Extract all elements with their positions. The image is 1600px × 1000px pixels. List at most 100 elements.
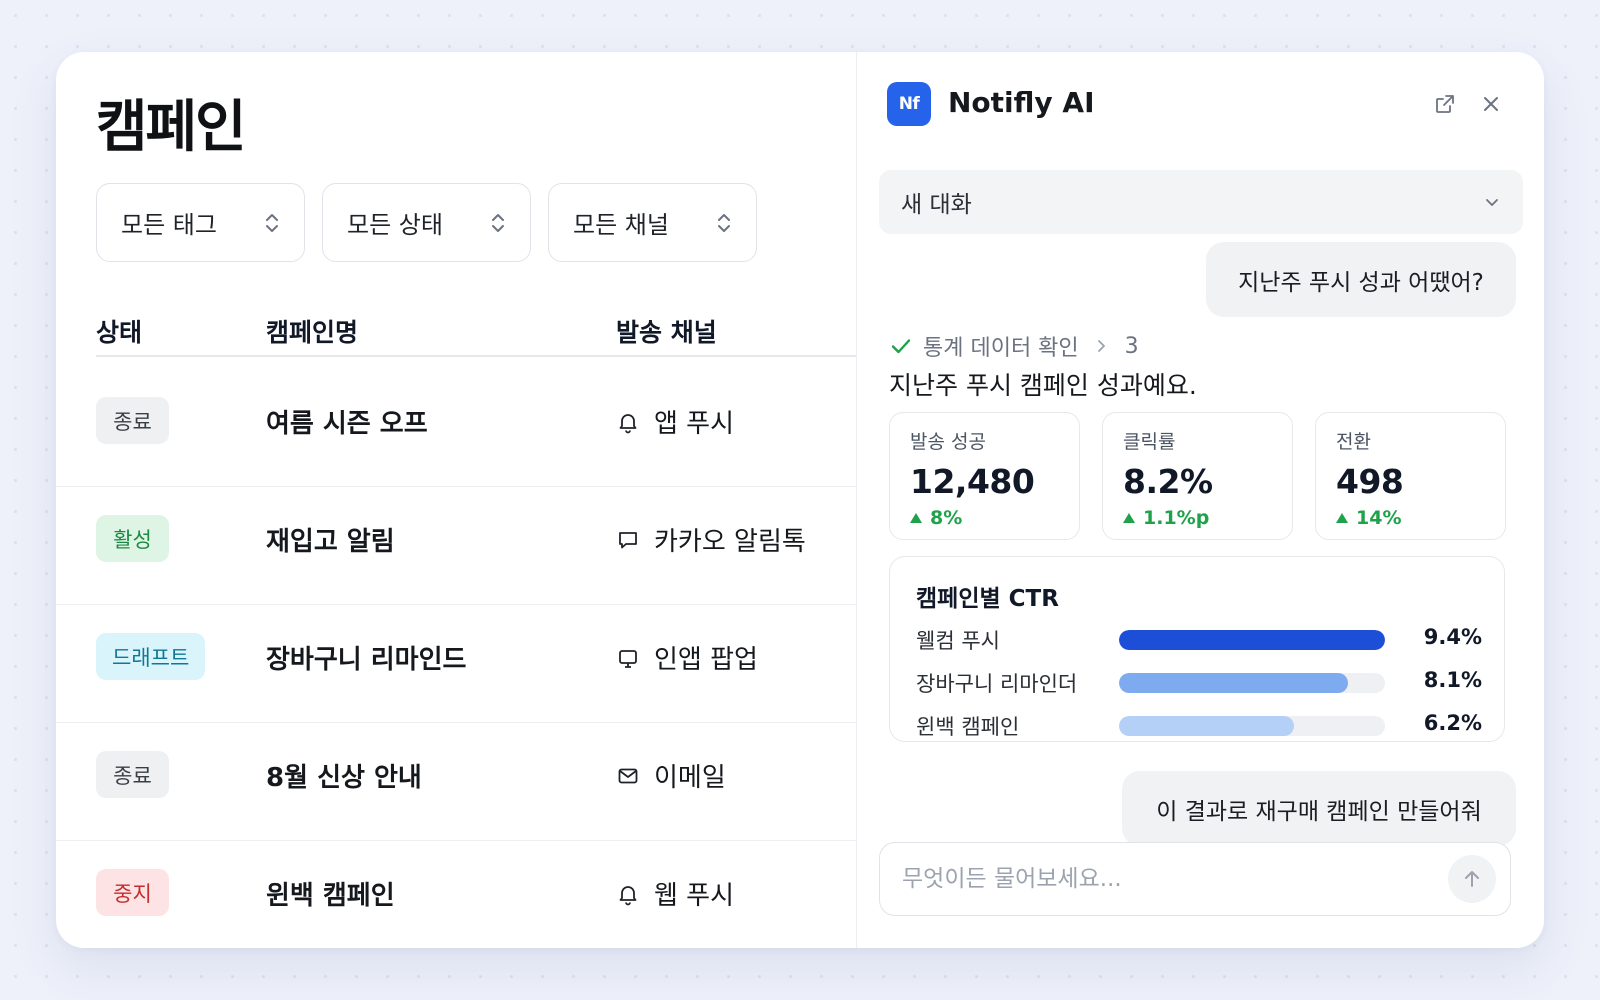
stat-label: 발송 성공 (910, 431, 986, 453)
campaign-table-body: 종료 여름 시즌 오프 앱 푸시 활성 재입고 알림 카카오 알림톡 드래프트 … (56, 369, 856, 948)
column-header-status[interactable]: 상태 (96, 313, 142, 349)
tag-filter-select[interactable]: 모든 태그 (96, 183, 305, 262)
app-logo: Nf (887, 82, 931, 126)
tool-step-count: 3 (1124, 333, 1139, 359)
column-header-channel[interactable]: 발송 채널 (616, 313, 717, 349)
ctr-bar (1119, 630, 1385, 650)
user-message: 지난주 푸시 성과 어땠어? (1206, 242, 1516, 317)
stat-value: 498 (1336, 462, 1404, 501)
ctr-row-value: 9.4% (1423, 625, 1482, 649)
channel-filter-select[interactable]: 모든 채널 (548, 183, 757, 262)
app-window: 캠페인 모든 태그 모든 상태 모든 채널 상태 캠페인명 발송 채널 종료 여… (56, 52, 1544, 948)
ctr-bar (1119, 716, 1295, 736)
status-badge: 종료 (96, 751, 169, 798)
chat-input-box (879, 842, 1511, 916)
stat-card-sent: 발송 성공 12,480 8% (889, 412, 1080, 540)
stat-delta-value: 1.1%p (1143, 507, 1210, 529)
table-row[interactable]: 종료 8월 신상 안내 이메일 (56, 723, 856, 841)
status-badge: 종료 (96, 397, 169, 444)
sort-caret-icon (492, 213, 504, 232)
status-filter-select[interactable]: 모든 상태 (322, 183, 531, 262)
table-header: 상태 캠페인명 발송 채널 (96, 297, 856, 357)
table-row[interactable]: 드래프트 장바구니 리마인드 인앱 팝업 (56, 605, 856, 723)
trend-up-icon (1123, 513, 1135, 523)
table-row[interactable]: 활성 재입고 알림 카카오 알림톡 (56, 487, 856, 605)
filter-bar: 모든 태그 모든 상태 모든 채널 (96, 183, 757, 262)
channel-label: 앱 푸시 (654, 409, 735, 439)
ctr-row-label: 장바구니 리마인더 (916, 672, 1078, 696)
campaign-name[interactable]: 장바구니 리마인드 (266, 639, 466, 676)
stat-value: 8.2% (1123, 462, 1213, 501)
chat-bubble-icon (619, 531, 637, 548)
ctr-bar-track (1119, 630, 1385, 650)
user-message: 이 결과로 재구매 캠페인 만들어줘 (1122, 771, 1516, 846)
stat-cards: 발송 성공 12,480 8% 클릭률 8.2% 1.1%p 전환 498 14… (889, 412, 1506, 540)
stat-card-conversion: 전환 498 14% (1315, 412, 1506, 540)
campaign-name[interactable]: 여름 시즌 오프 (266, 403, 428, 440)
external-link-icon (1436, 95, 1454, 113)
channel-label: 인앱 팝업 (654, 645, 758, 675)
arrow-up-icon (1465, 871, 1479, 887)
campaign-name[interactable]: 8월 신상 안내 (266, 757, 422, 794)
chevron-right-icon (1097, 340, 1105, 352)
stat-delta: 8% (910, 507, 1079, 529)
campaign-list-panel: 캠페인 모든 태그 모든 상태 모든 채널 상태 캠페인명 발송 채널 종료 여… (56, 52, 856, 948)
stat-value: 12,480 (910, 462, 1035, 501)
campaign-name[interactable]: 재입고 알림 (266, 521, 395, 558)
channel-cell: 앱 푸시 (616, 403, 734, 440)
status-badge: 드래프트 (96, 633, 206, 680)
stat-label: 전환 (1336, 431, 1371, 453)
bell-icon (619, 885, 637, 905)
close-icon (1484, 97, 1498, 111)
ctr-row-value: 6.2% (1423, 711, 1482, 735)
trend-up-icon (1336, 513, 1348, 523)
ctr-chart-title: 캠페인별 CTR (916, 586, 1059, 612)
stat-card-ctr: 클릭률 8.2% 1.1%p (1102, 412, 1293, 540)
stat-delta: 1.1%p (1123, 507, 1292, 529)
stat-delta: 14% (1336, 507, 1505, 529)
popup-icon (619, 649, 637, 668)
bell-icon (619, 413, 637, 433)
page-title: 캠페인 (96, 95, 247, 160)
stat-label: 클릭률 (1123, 431, 1176, 453)
tool-step-label: 통계 데이터 확인 (923, 336, 1079, 361)
send-button[interactable] (1448, 855, 1496, 903)
campaign-name[interactable]: 윈백 캠페인 (266, 875, 395, 912)
ctr-chart-card: 캠페인별 CTR 웰컴 푸시 9.4% 장바구니 리마인더 8.1% 윈백 캠페… (889, 556, 1505, 742)
close-button[interactable] (1477, 90, 1505, 118)
ai-assistant-panel: Nf Notifly AI 새 대화 지난주 푸시 성과 어땠어? 통계 데이터… (856, 52, 1544, 948)
channel-cell: 인앱 팝업 (616, 639, 758, 676)
tool-step[interactable]: 통계 데이터 확인 3 (889, 330, 1139, 362)
ctr-row-label: 윈백 캠페인 (916, 715, 1020, 739)
check-icon (891, 339, 911, 354)
table-row[interactable]: 중지 윈백 캠페인 웹 푸시 (56, 841, 856, 948)
mail-icon (618, 768, 638, 783)
ctr-bar-track (1119, 673, 1385, 693)
conversation-select-label: 새 대화 (901, 192, 972, 218)
channel-cell: 카카오 알림톡 (616, 521, 806, 558)
stat-delta-value: 8% (930, 507, 963, 529)
open-external-button[interactable] (1431, 90, 1459, 118)
ctr-bar-track (1119, 716, 1385, 736)
ctr-row-value: 8.1% (1423, 668, 1482, 692)
chevron-down-icon (1486, 199, 1498, 206)
status-badge: 활성 (96, 515, 169, 562)
channel-filter-label: 모든 채널 (573, 211, 669, 239)
chat-input[interactable] (902, 843, 1442, 915)
sort-caret-icon (718, 213, 730, 232)
ctr-bar (1119, 673, 1349, 693)
ctr-row-label: 웰컴 푸시 (916, 629, 1000, 653)
channel-cell: 이메일 (616, 757, 726, 794)
status-badge: 중지 (96, 869, 169, 916)
tag-filter-label: 모든 태그 (121, 211, 217, 239)
ctr-row: 장바구니 리마인더 8.1% (916, 666, 1482, 696)
assistant-title: Notifly AI (948, 86, 1095, 119)
channel-cell: 웹 푸시 (616, 875, 734, 912)
assistant-message: 지난주 푸시 캠페인 성과예요. (889, 371, 1197, 400)
stat-delta-value: 14% (1356, 507, 1402, 529)
column-header-name[interactable]: 캠페인명 (266, 313, 358, 349)
table-row[interactable]: 종료 여름 시즌 오프 앱 푸시 (56, 369, 856, 487)
channel-label: 카카오 알림톡 (654, 527, 806, 557)
conversation-select[interactable]: 새 대화 (879, 170, 1523, 234)
sort-caret-icon (266, 213, 278, 232)
